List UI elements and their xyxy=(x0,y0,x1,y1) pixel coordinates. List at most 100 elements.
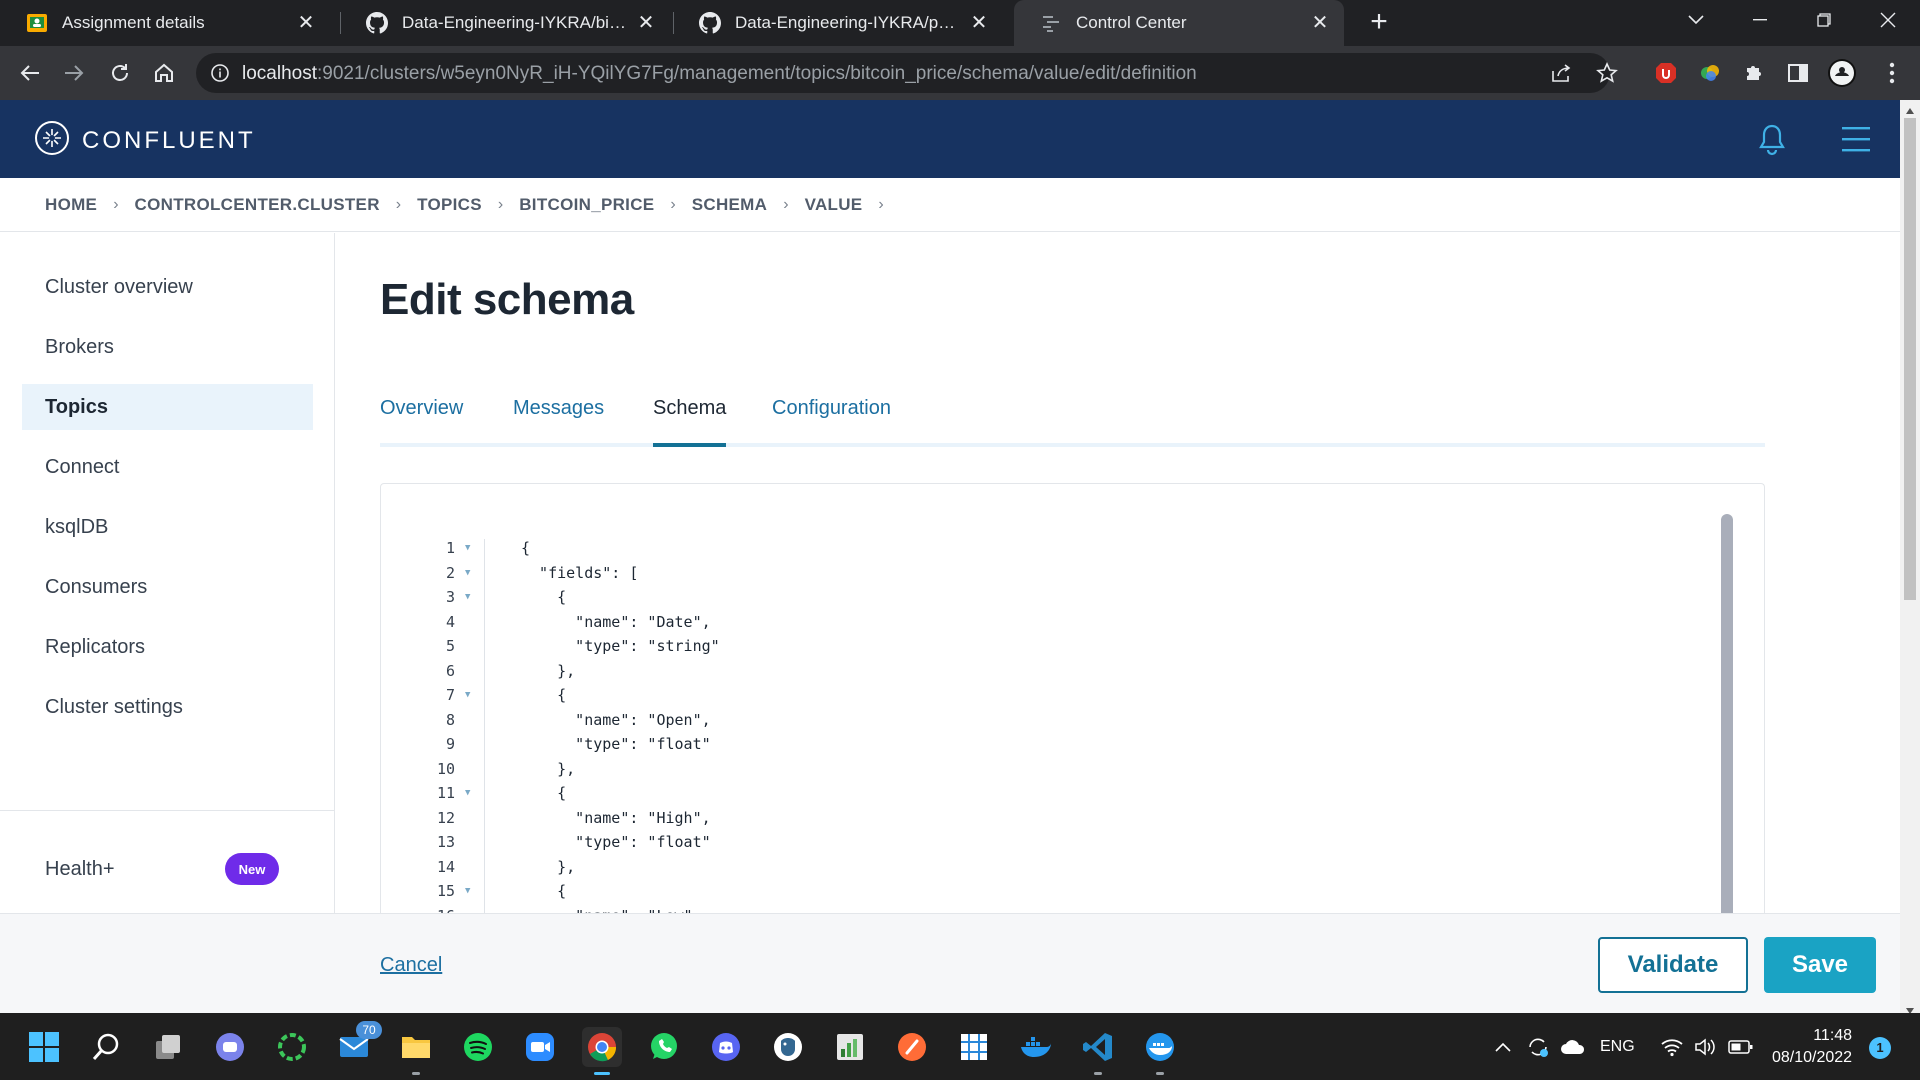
system-clock[interactable]: 11:48 08/10/2022 xyxy=(1772,1025,1852,1069)
volume-icon[interactable] xyxy=(1694,1013,1718,1080)
breadcrumb-topics[interactable]: TOPICS xyxy=(417,195,482,215)
vscode-icon[interactable] xyxy=(1078,1027,1118,1075)
battery-icon[interactable] xyxy=(1728,1013,1754,1080)
code-line[interactable]: "type": "float" xyxy=(521,735,710,753)
tab-messages[interactable]: Messages xyxy=(513,393,604,445)
postman-icon[interactable] xyxy=(892,1027,932,1067)
breadcrumb-topic[interactable]: BITCOIN_PRICE xyxy=(519,195,654,215)
tab-configuration[interactable]: Configuration xyxy=(772,393,891,445)
file-explorer-icon[interactable] xyxy=(396,1027,436,1075)
docker-icon[interactable] xyxy=(1016,1027,1056,1067)
code-line[interactable]: { xyxy=(521,784,566,802)
browser-tab-control-center[interactable]: Control Center ✕ xyxy=(1014,0,1344,46)
fold-arrow-icon[interactable]: ▼ xyxy=(465,568,470,578)
tab-overview[interactable]: Overview xyxy=(380,393,463,445)
code-line[interactable]: }, xyxy=(521,858,575,876)
window-close-icon[interactable] xyxy=(1858,0,1918,40)
whatsapp-icon[interactable] xyxy=(644,1027,684,1067)
share-icon[interactable] xyxy=(1550,63,1572,88)
sidebar-item-cluster-settings[interactable]: Cluster settings xyxy=(22,684,313,730)
notification-count-badge[interactable]: 1 xyxy=(1869,1037,1891,1059)
profile-avatar-icon[interactable] xyxy=(1826,57,1858,89)
code-line[interactable]: { xyxy=(521,686,566,704)
close-icon[interactable]: ✕ xyxy=(969,13,989,33)
url-text[interactable]: localhost:9021/clusters/w5eyn0NyR_iH-YQi… xyxy=(242,63,1197,85)
code-line[interactable]: "fields": [ xyxy=(521,564,638,582)
task-view-icon[interactable] xyxy=(148,1027,188,1067)
validate-button[interactable]: Validate xyxy=(1598,937,1748,993)
hamburger-menu-icon[interactable] xyxy=(1840,124,1872,154)
save-button[interactable]: Save xyxy=(1764,937,1876,993)
breadcrumb-cluster[interactable]: CONTROLCENTER.CLUSTER xyxy=(135,195,380,215)
wifi-icon[interactable] xyxy=(1660,1013,1684,1080)
code-line[interactable]: "name": "Open", xyxy=(521,711,710,729)
minimize-icon[interactable] xyxy=(1730,0,1790,40)
breadcrumb-schema[interactable]: SCHEMA xyxy=(692,195,767,215)
adblock-extension-icon[interactable] xyxy=(1650,57,1682,89)
close-icon[interactable]: ✕ xyxy=(636,13,656,33)
new-tab-button[interactable]: + xyxy=(1364,7,1394,38)
onedrive-cloud-icon[interactable] xyxy=(1560,1013,1586,1080)
code-line[interactable]: { xyxy=(521,588,566,606)
language-indicator[interactable]: ENG xyxy=(1600,1013,1635,1080)
code-line[interactable]: "name": "Date", xyxy=(521,613,710,631)
zoom-icon[interactable] xyxy=(520,1027,560,1067)
breadcrumb-home[interactable]: HOME xyxy=(45,195,97,215)
fold-arrow-icon[interactable]: ▼ xyxy=(465,592,470,602)
side-panel-icon[interactable] xyxy=(1782,57,1814,89)
spotify-icon[interactable] xyxy=(458,1027,498,1067)
close-icon[interactable]: ✕ xyxy=(296,13,316,33)
sidebar-item-cluster-overview[interactable]: Cluster overview xyxy=(22,264,313,310)
bookmark-star-icon[interactable] xyxy=(1596,62,1618,89)
browser-tab-assignment[interactable]: Assignment details ✕ xyxy=(0,0,330,46)
home-icon[interactable] xyxy=(148,57,180,89)
confluent-logo[interactable]: CONFLUENT xyxy=(34,120,256,161)
mail-icon[interactable]: 70 xyxy=(334,1021,382,1067)
code-line[interactable]: "type": "string" xyxy=(521,637,720,655)
chevron-down-icon[interactable] xyxy=(1666,0,1726,40)
chrome-icon[interactable] xyxy=(582,1027,622,1075)
address-bar[interactable]: localhost:9021/clusters/w5eyn0NyR_iH-YQi… xyxy=(196,53,1618,93)
restore-icon[interactable] xyxy=(1794,0,1854,40)
schema-code-editor[interactable]: 1▼2▼3▼4567▼891011▼12131415▼16 { "fields"… xyxy=(401,539,1501,913)
show-hidden-icons-chevron-icon[interactable] xyxy=(1494,1013,1512,1080)
teams-chat-icon[interactable] xyxy=(210,1027,250,1067)
pgadmin-icon[interactable] xyxy=(768,1027,808,1067)
sidebar-item-brokers[interactable]: Brokers xyxy=(22,324,313,370)
cancel-link[interactable]: Cancel xyxy=(380,954,442,977)
code-line[interactable]: { xyxy=(521,539,530,557)
breadcrumb-value[interactable]: VALUE xyxy=(805,195,863,215)
reload-icon[interactable] xyxy=(104,57,136,89)
code-line[interactable]: }, xyxy=(521,662,575,680)
sidebar-item-replicators[interactable]: Replicators xyxy=(22,624,313,670)
more-menu-icon[interactable] xyxy=(1876,57,1908,89)
page-scrollbar[interactable] xyxy=(1900,100,1920,1014)
sidebar-item-connect[interactable]: Connect xyxy=(22,444,313,490)
fold-arrow-icon[interactable]: ▼ xyxy=(465,543,470,553)
fold-arrow-icon[interactable]: ▼ xyxy=(465,690,470,700)
color-extension-icon[interactable] xyxy=(1694,57,1726,89)
cycle-app-icon[interactable] xyxy=(272,1027,312,1067)
sync-icon[interactable] xyxy=(1526,1013,1550,1080)
extensions-puzzle-icon[interactable] xyxy=(1738,57,1770,89)
bell-icon[interactable] xyxy=(1756,122,1788,156)
back-icon[interactable] xyxy=(14,57,46,89)
sidebar-item-ksqldb[interactable]: ksqlDB xyxy=(22,504,313,550)
close-icon[interactable]: ✕ xyxy=(1310,13,1330,33)
code-line[interactable]: "name": "High", xyxy=(521,809,710,827)
info-icon[interactable] xyxy=(210,63,230,88)
code-line[interactable]: { xyxy=(521,882,566,900)
browser-tab-github-producer[interactable]: Data-Engineering-IYKRA/produce ✕ xyxy=(673,0,1003,46)
windows-start-icon[interactable] xyxy=(24,1027,64,1067)
fold-arrow-icon[interactable]: ▼ xyxy=(465,886,470,896)
browser-tab-github-bitcoin[interactable]: Data-Engineering-IYKRA/bitcoin_ ✕ xyxy=(340,0,670,46)
sidebar-item-consumers[interactable]: Consumers xyxy=(22,564,313,610)
code-line[interactable]: "type": "float" xyxy=(521,833,710,851)
tab-schema[interactable]: Schema xyxy=(653,393,727,447)
forward-icon[interactable] xyxy=(58,57,90,89)
editor-scrollbar[interactable] xyxy=(1721,514,1733,913)
fold-arrow-icon[interactable]: ▼ xyxy=(465,788,470,798)
search-icon[interactable] xyxy=(86,1027,126,1067)
excel-chart-icon[interactable] xyxy=(830,1027,870,1067)
page-scrollbar-thumb[interactable] xyxy=(1904,118,1916,600)
